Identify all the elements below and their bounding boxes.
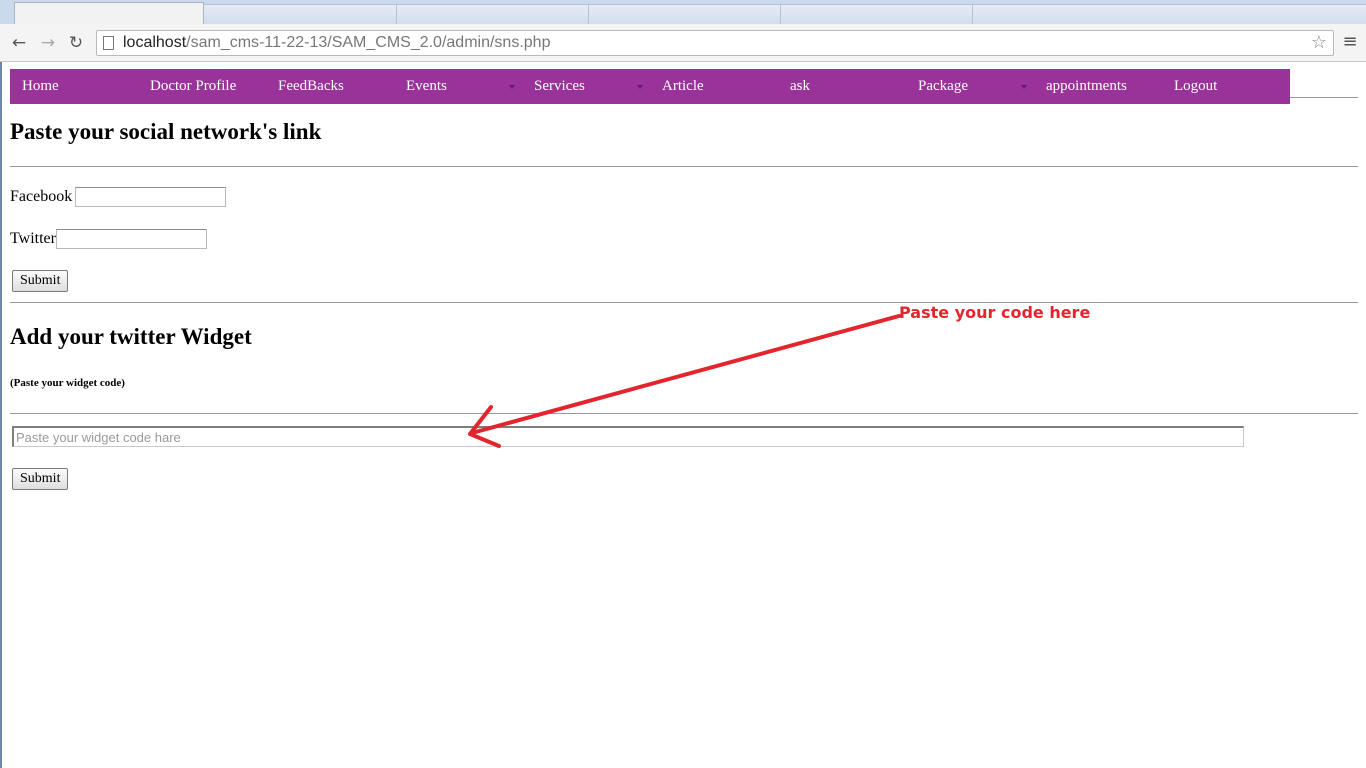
arrow-forward-icon[interactable]: → [37, 33, 59, 53]
star-icon[interactable]: ☆ [1311, 32, 1327, 53]
widget-code-note: (Paste your widget code) [10, 377, 125, 389]
tab-divider [396, 4, 397, 24]
twitter-input[interactable] [56, 229, 207, 249]
url-host: localhost [123, 34, 187, 51]
nav-item-ask[interactable]: ask [790, 69, 810, 104]
annotation-arrow-shaft [470, 314, 901, 435]
nav-item-home[interactable]: Home [22, 69, 59, 104]
widget-code-input[interactable] [12, 426, 1244, 447]
nav-item-feedbacks[interactable]: FeedBacks [278, 69, 344, 104]
nav-item-appointments[interactable]: appointments [1046, 69, 1127, 104]
caret-down-icon[interactable] [637, 85, 643, 89]
facebook-label: Facebook [10, 188, 73, 205]
tab-divider [972, 4, 973, 24]
twitter-widget-heading: Add your twitter Widget [10, 324, 252, 349]
browser-tab-active[interactable] [14, 2, 204, 24]
nav-item-article[interactable]: Article [662, 69, 704, 104]
annotation-arrow-icon [468, 314, 901, 448]
caret-down-icon[interactable] [509, 85, 515, 89]
hamburger-menu-icon[interactable]: ≡ [1342, 32, 1358, 52]
tab-strip-background [200, 4, 1366, 24]
page-icon [103, 36, 114, 50]
nav-item-package[interactable]: Package [918, 69, 968, 104]
annotation-label: Paste your code here [899, 303, 1091, 322]
tab-divider [780, 4, 781, 24]
divider [1290, 97, 1358, 98]
arrow-back-icon[interactable]: ← [8, 33, 30, 53]
twitter-label: Twitter [10, 230, 56, 247]
browser-toolbar: ← → ↻ localhost/sam_cms-11-22-13/SAM_CMS… [0, 24, 1366, 62]
reload-icon[interactable]: ↻ [65, 33, 87, 53]
address-url[interactable]: localhost/sam_cms-11-22-13/SAM_CMS_2.0/a… [123, 34, 550, 52]
social-links-heading: Paste your social network's link [10, 119, 322, 144]
divider [10, 166, 1358, 167]
address-bar[interactable]: localhost/sam_cms-11-22-13/SAM_CMS_2.0/a… [96, 30, 1334, 56]
facebook-input[interactable] [75, 187, 226, 207]
caret-down-icon[interactable] [1021, 85, 1027, 89]
divider [10, 302, 1358, 303]
nav-item-events[interactable]: Events [406, 69, 447, 104]
nav-item-logout[interactable]: Logout [1174, 69, 1217, 104]
tab-divider [588, 4, 589, 24]
nav-item-doctor-profile[interactable]: Doctor Profile [150, 69, 236, 104]
url-path: /sam_cms-11-22-13/SAM_CMS_2.0/admin/sns.… [186, 34, 551, 51]
divider [10, 413, 1358, 414]
main-navigation: Home Doctor Profile FeedBacks Events Ser… [10, 69, 1290, 104]
social-submit-button[interactable]: Submit [12, 270, 69, 292]
nav-item-services[interactable]: Services [534, 69, 585, 104]
page-content: Home Doctor Profile FeedBacks Events Ser… [2, 63, 1366, 768]
widget-submit-button[interactable]: Submit [12, 468, 69, 490]
